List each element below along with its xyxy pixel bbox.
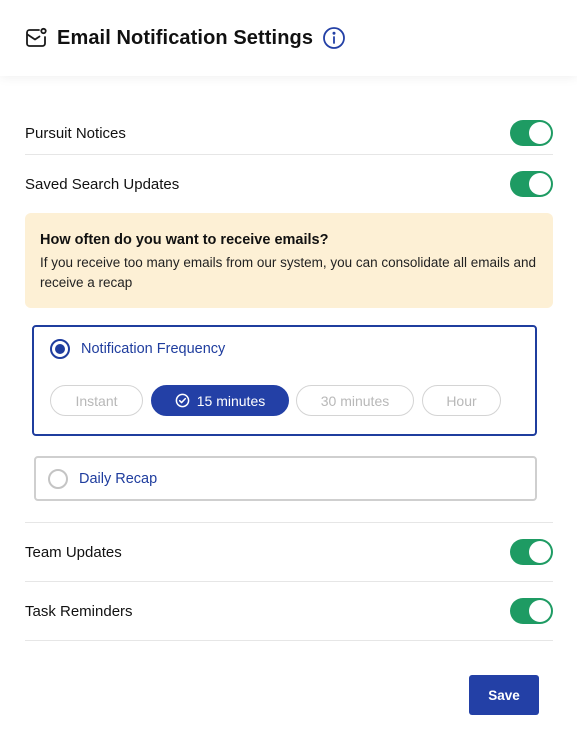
notice-question: How often do you want to receive emails? <box>40 232 329 248</box>
setting-row-saved-search-updates: Saved Search Updates <box>25 163 553 205</box>
toggle-knob <box>529 600 551 622</box>
saved-search-updates-toggle[interactable] <box>510 171 553 197</box>
chip-hour[interactable]: Hour <box>422 385 501 416</box>
notification-frequency-radio-line[interactable]: Notification Frequency <box>50 339 225 359</box>
notification-frequency-label: Notification Frequency <box>81 341 226 357</box>
frequency-notice: How often do you want to receive emails?… <box>25 213 553 308</box>
notification-frequency-option[interactable]: Notification Frequency Instant 15 minute… <box>32 325 537 436</box>
chip-label: 30 minutes <box>320 392 390 409</box>
check-circle-icon <box>175 393 190 408</box>
setting-row-task-reminders: Task Reminders <box>25 582 553 641</box>
setting-row-pursuit-notices: Pursuit Notices <box>25 112 553 155</box>
toggle-knob <box>529 173 551 195</box>
toggle-knob <box>529 541 551 563</box>
daily-recap-radio[interactable] <box>48 469 68 489</box>
chip-label: 15 minutes <box>196 392 266 409</box>
daily-recap-label: Daily Recap <box>79 471 158 487</box>
save-button[interactable]: Save <box>469 675 539 715</box>
info-icon[interactable] <box>322 26 346 50</box>
page-title: Email Notification Settings <box>57 26 314 49</box>
setting-label: Task Reminders <box>25 602 133 620</box>
task-reminders-toggle[interactable] <box>510 598 553 624</box>
page-header: Email Notification Settings <box>0 0 577 76</box>
setting-label: Team Updates <box>25 543 122 561</box>
setting-label: Saved Search Updates <box>25 175 180 193</box>
setting-label: Pursuit Notices <box>25 124 126 142</box>
chip-15-minutes[interactable]: 15 minutes <box>151 385 289 416</box>
chip-label: Hour <box>446 392 477 409</box>
team-updates-toggle[interactable] <box>510 539 553 565</box>
daily-recap-option[interactable]: Daily Recap <box>34 456 537 501</box>
chip-instant[interactable]: Instant <box>50 385 143 416</box>
setting-row-team-updates: Team Updates <box>25 523 553 582</box>
notice-description: If you receive too many emails from our … <box>40 255 536 290</box>
daily-recap-radio-line[interactable]: Daily Recap <box>48 469 157 489</box>
notification-frequency-radio[interactable] <box>50 339 70 359</box>
mail-notification-icon <box>24 26 48 50</box>
toggle-knob <box>529 122 551 144</box>
chip-label: Instant <box>75 392 118 409</box>
pursuit-notices-toggle[interactable] <box>510 120 553 146</box>
chip-30-minutes[interactable]: 30 minutes <box>296 385 414 416</box>
